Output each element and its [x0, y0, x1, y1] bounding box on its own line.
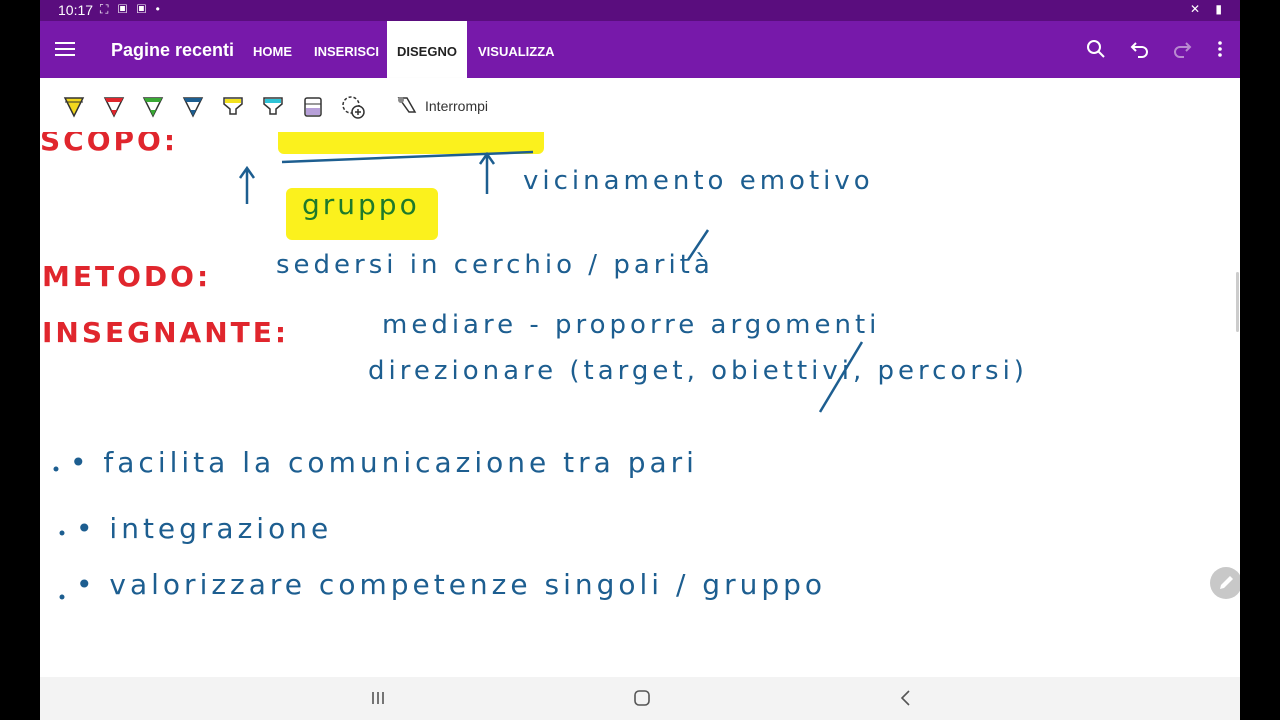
heading-scopo: SCOPO: — [40, 132, 179, 157]
tab-home[interactable]: HOME — [253, 21, 292, 78]
highlighter-cyan-icon[interactable] — [261, 94, 285, 120]
ink-bullet-integrazione: • integrazione — [76, 512, 333, 545]
status-bar: 10:17 ⛶ ▣ ▣ • ✕ ▮ — [40, 0, 1240, 21]
heading-metodo: METODO: — [42, 260, 212, 293]
status-notification-icons: ⛶ ▣ ▣ • — [100, 2, 163, 16]
ink-line-mediare: mediare - proporre argomenti — [382, 310, 881, 340]
app-bar: Pagine recenti HOME INSERISCI DISEGNO VI… — [40, 21, 1240, 78]
ink-line-gruppo-top: gruppo — [302, 188, 420, 221]
search-icon[interactable] — [1084, 38, 1108, 62]
home-icon[interactable] — [630, 688, 654, 708]
system-navigation-bar — [40, 677, 1240, 720]
pen-yellow-icon[interactable] — [62, 94, 86, 120]
onenote-screen: 10:17 ⛶ ▣ ▣ • ✕ ▮ Pagine recenti HOME IN… — [40, 0, 1240, 720]
drawing-toolbar: Interrompi — [40, 78, 1240, 132]
app-title[interactable]: Pagine recenti — [111, 40, 234, 61]
note-canvas[interactable]: SCOPO: METODO: INSEGNANTE: vicinamento e… — [40, 132, 1240, 677]
tab-disegno[interactable]: DISEGNO — [387, 21, 467, 78]
stop-drawing-label[interactable]: Interrompi — [425, 98, 488, 114]
ink-line-direzionare: direzionare (target, obiettivi, percorsi… — [368, 356, 1028, 386]
eraser-icon[interactable] — [301, 94, 325, 120]
pen-red-icon[interactable] — [102, 94, 126, 120]
recent-apps-icon[interactable] — [366, 688, 390, 708]
stop-drawing-icon[interactable] — [395, 94, 417, 116]
ink-line-vicinamento: vicinamento emotivo — [523, 166, 874, 196]
ink-line-metodo: sedersi in cerchio / parità — [276, 250, 714, 280]
tab-visualizza[interactable]: VISUALIZZA — [478, 21, 555, 78]
highlighter-yellow-icon[interactable] — [221, 94, 245, 120]
pen-green-icon[interactable] — [141, 94, 165, 120]
edit-pencil-icon[interactable] — [1210, 567, 1240, 599]
ink-bullet-facilita: • facilita la comunicazione tra pari — [70, 446, 698, 479]
redo-icon[interactable] — [1170, 38, 1194, 62]
pen-blue-icon[interactable] — [181, 94, 205, 120]
add-pen-icon[interactable] — [340, 94, 365, 120]
tab-inserisci[interactable]: INSERISCI — [314, 21, 379, 78]
ink-bullet-valorizzare: • valorizzare competenze singoli / grupp… — [76, 568, 827, 601]
undo-icon[interactable] — [1128, 38, 1152, 62]
more-icon[interactable] — [1208, 38, 1232, 62]
scrollbar-thumb[interactable] — [1236, 272, 1239, 332]
back-icon[interactable] — [894, 688, 918, 708]
heading-insegnante: INSEGNANTE: — [42, 316, 290, 349]
status-system-icons: ✕ ▮ — [1190, 2, 1228, 16]
menu-icon[interactable] — [55, 39, 75, 59]
status-time: 10:17 — [58, 2, 94, 18]
